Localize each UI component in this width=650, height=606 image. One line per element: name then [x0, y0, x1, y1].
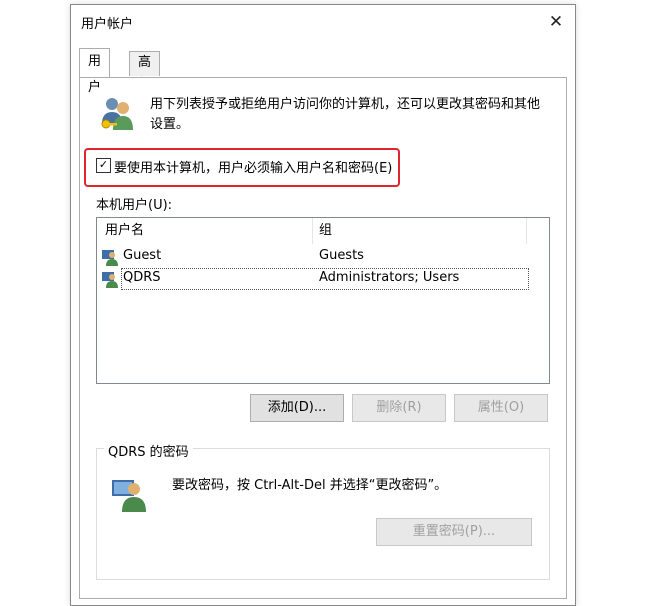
user-icon	[102, 250, 118, 266]
users-list[interactable]: 用户名 组 Guest Guests QDRS Administrators; …	[96, 217, 550, 384]
user-name: QDRS	[123, 270, 161, 285]
window-title: 用户帐户	[81, 17, 134, 32]
password-instructions: 要改密码，按 Ctrl-Alt-Del 并选择“更改密码”。	[172, 478, 448, 493]
user-icon	[102, 272, 118, 288]
user-group: Guests	[319, 248, 364, 263]
users-list-label: 本机用户(U):	[96, 198, 173, 213]
list-item[interactable]: Guest Guests	[97, 246, 528, 268]
user-group: Administrators; Users	[319, 270, 460, 285]
reset-password-button[interactable]: 重置密码(P)...	[376, 518, 532, 546]
user-accounts-window: 用户帐户 ✕ 用户 高级 用下列表授予或拒绝用户访问你的计算机，还可以更改其密码…	[70, 4, 576, 606]
intro-text: 用下列表授予或拒绝用户访问你的计算机，还可以更改其密码和其他设置。	[150, 97, 541, 132]
user-password-icon	[112, 480, 146, 512]
column-divider[interactable]	[526, 218, 527, 244]
column-divider[interactable]	[312, 218, 313, 244]
title-bar[interactable]: 用户帐户 ✕	[71, 5, 575, 39]
password-group-title: QDRS 的密码	[104, 441, 193, 460]
column-header-group[interactable]: 组	[319, 218, 332, 244]
tab-users[interactable]: 用户	[79, 48, 111, 95]
require-login-checkbox[interactable]: ✓	[96, 158, 111, 173]
properties-button[interactable]: 属性(O)	[454, 394, 548, 422]
require-login-label[interactable]: 要使用本计算机，用户必须输入用户名和密码(E)	[114, 157, 392, 176]
close-icon[interactable]: ✕	[545, 11, 567, 33]
user-name: Guest	[123, 248, 162, 263]
password-groupbox	[96, 448, 550, 580]
list-item[interactable]: QDRS Administrators; Users	[97, 268, 529, 290]
users-icon	[101, 98, 133, 130]
tab-advanced[interactable]: 高级	[129, 51, 161, 92]
add-user-button[interactable]: 添加(D)...	[250, 394, 344, 422]
remove-user-button[interactable]: 删除(R)	[352, 394, 446, 422]
users-tab-panel: 用下列表授予或拒绝用户访问你的计算机，还可以更改其密码和其他设置。 ✓ 要使用本…	[79, 77, 567, 599]
column-header-username[interactable]: 用户名	[105, 218, 144, 244]
